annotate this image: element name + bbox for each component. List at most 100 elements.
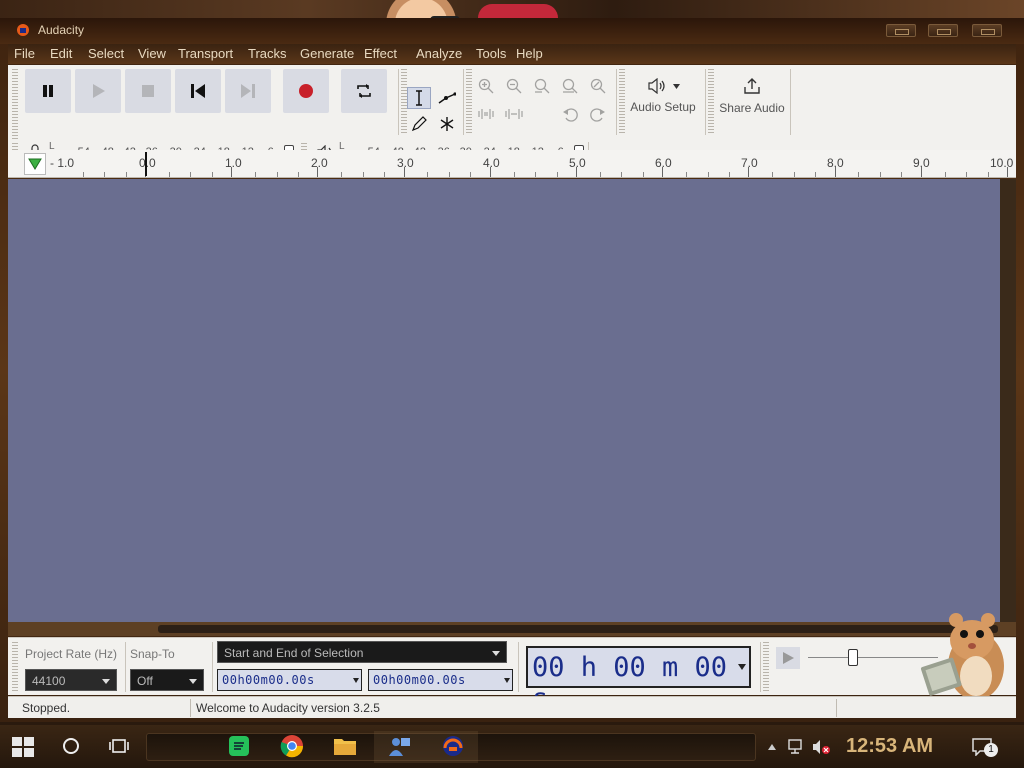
- menu-tracks[interactable]: Tracks: [248, 46, 287, 61]
- ruler-minor-tick: [858, 172, 860, 177]
- network-icon[interactable]: [788, 739, 806, 755]
- task-view-icon: [109, 739, 129, 753]
- chevron-up-icon[interactable]: [768, 744, 776, 750]
- menu-file[interactable]: File: [14, 46, 35, 61]
- task-view-button[interactable]: [106, 733, 132, 759]
- windows-start-icon[interactable]: [12, 737, 34, 757]
- toolbar-divider: [212, 642, 213, 692]
- track-area[interactable]: [8, 179, 1000, 622]
- menu-effect[interactable]: Effect: [364, 46, 397, 61]
- ruler-minor-tick: [901, 172, 903, 177]
- status-state: Stopped.: [22, 701, 71, 715]
- vertical-scrollbar[interactable]: [1000, 179, 1016, 622]
- ruler-minor-tick: [707, 172, 709, 177]
- record-button[interactable]: [283, 69, 329, 113]
- zoom-toggle-button[interactable]: [586, 75, 610, 97]
- ruler-minor-tick: [276, 172, 278, 177]
- ruler-label: 10.0: [990, 156, 1014, 170]
- menu-analyze[interactable]: Analyze: [416, 46, 462, 61]
- play-icon: [783, 652, 794, 664]
- snap-to-select[interactable]: Off: [130, 669, 204, 691]
- play-at-speed-button[interactable]: [776, 647, 800, 669]
- snap-to-label: Snap-To: [130, 647, 175, 661]
- pause-button[interactable]: [25, 69, 71, 113]
- ruler-label: - 1.0: [50, 156, 75, 170]
- ruler-minor-tick: [987, 172, 989, 177]
- menu-help[interactable]: Help: [516, 46, 543, 61]
- status-divider: [190, 699, 191, 717]
- minimize-button[interactable]: [886, 24, 916, 37]
- trim-audio-button[interactable]: [474, 103, 498, 125]
- playback-speed-track: [808, 657, 938, 658]
- undo-button[interactable]: [558, 103, 582, 125]
- ruler-minor-tick: [384, 172, 386, 177]
- toolbar-divider: [760, 642, 761, 692]
- envelope-tool-button[interactable]: [435, 87, 459, 109]
- project-rate-select[interactable]: 44100: [25, 669, 117, 691]
- ruler-minor-tick: [685, 172, 687, 177]
- menu-tools[interactable]: Tools: [476, 46, 506, 61]
- window-title: Audacity: [38, 23, 85, 37]
- people-app-button[interactable]: [386, 733, 412, 759]
- multi-tool-button[interactable]: [435, 113, 459, 135]
- menu-select[interactable]: Select: [88, 46, 124, 61]
- loop-button[interactable]: [341, 69, 387, 113]
- zoom-in-button[interactable]: [474, 75, 498, 97]
- zoom-out-button[interactable]: [502, 75, 526, 97]
- timeline-options-button[interactable]: [24, 153, 46, 175]
- selection-start-time[interactable]: 00h00m00.00s: [217, 669, 362, 691]
- horizontal-scrollbar-thumb[interactable]: [158, 625, 998, 633]
- ruler-minor-tick: [944, 172, 946, 177]
- ruler-label: 3.0: [397, 156, 414, 170]
- spotify-button[interactable]: [226, 733, 252, 759]
- selection-end-time[interactable]: 00h00m00.00s: [368, 669, 513, 691]
- zoom-fit-icon: [562, 78, 578, 94]
- loop-icon: [357, 84, 371, 98]
- zoom-in-icon: [478, 78, 494, 94]
- play-button[interactable]: [75, 69, 121, 113]
- fit-project-button[interactable]: [558, 75, 582, 97]
- audio-setup-button[interactable]: Audio Setup: [625, 69, 701, 123]
- ruler-minor-tick: [104, 172, 106, 177]
- stop-button[interactable]: [125, 69, 171, 113]
- timeline-ruler[interactable]: - 1.0 0.0 1.0 2.0 3.0 4.0 5.0 6.0 7.0 8.…: [8, 150, 1016, 178]
- silence-audio-button[interactable]: [502, 103, 526, 125]
- skip-to-end-button[interactable]: [225, 69, 271, 113]
- ruler-minor-tick: [470, 172, 472, 177]
- ruler-label: 1.0: [225, 156, 242, 170]
- ruler-minor-tick: [879, 172, 881, 177]
- playback-speed-slider[interactable]: [848, 649, 858, 666]
- toolbar-grip[interactable]: [12, 642, 18, 692]
- toolbar-divider: [398, 69, 399, 135]
- draw-tool-button[interactable]: [407, 113, 431, 135]
- ruler-minor-tick: [793, 172, 795, 177]
- toolbar-grip[interactable]: [763, 642, 769, 692]
- selection-tool-button[interactable]: [407, 87, 431, 109]
- audacity-taskbar-button[interactable]: [440, 733, 466, 759]
- redo-button[interactable]: [586, 103, 610, 125]
- maximize-button[interactable]: [928, 24, 958, 37]
- toolbar-grip[interactable]: [12, 69, 18, 139]
- ruler-minor-tick: [82, 172, 84, 177]
- audio-position-time[interactable]: 00 h 00 m 00 s: [526, 646, 751, 714]
- selection-mode-select[interactable]: Start and End of Selection: [217, 641, 507, 663]
- fit-selection-button[interactable]: [530, 75, 554, 97]
- volume-muted-icon[interactable]: [812, 739, 832, 755]
- zoom-out-icon: [506, 78, 522, 94]
- close-button[interactable]: [972, 24, 1002, 37]
- horizontal-scrollbar[interactable]: [8, 622, 1016, 636]
- menu-generate[interactable]: Generate: [300, 46, 354, 61]
- spotify-icon: [229, 736, 249, 756]
- menu-edit[interactable]: Edit: [50, 46, 72, 61]
- share-audio-button[interactable]: Share Audio: [714, 69, 790, 123]
- taskbar-clock[interactable]: 12:53 AM: [846, 735, 933, 758]
- snap-to-value: Off: [137, 674, 153, 688]
- search-button[interactable]: [58, 733, 84, 759]
- chrome-button[interactable]: [279, 733, 305, 759]
- menu-transport[interactable]: Transport: [178, 46, 233, 61]
- file-explorer-button[interactable]: [332, 733, 358, 759]
- menu-view[interactable]: View: [138, 46, 166, 61]
- skip-to-start-button[interactable]: [175, 69, 221, 113]
- toolbar-grip[interactable]: [466, 69, 472, 135]
- skip-to-end-icon: [241, 84, 255, 98]
